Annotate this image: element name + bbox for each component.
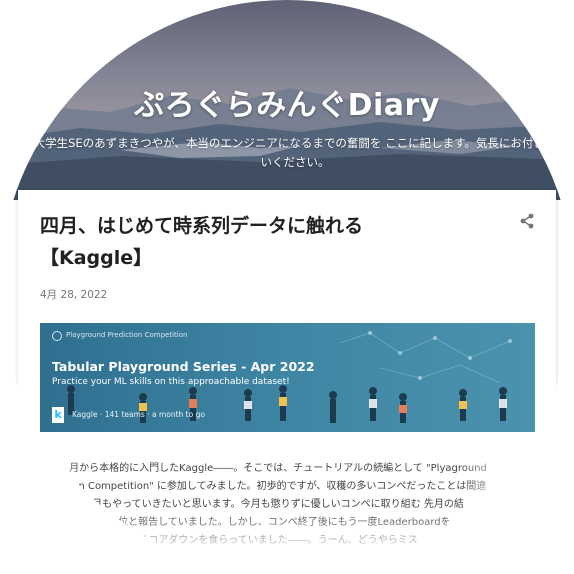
blog-title[interactable]: ぷろぐらみんぐDiary [0, 80, 574, 124]
excerpt-line: 月から本格的に入門したKaggle――。そこでは、チュートリアルの続編として "… [69, 463, 487, 474]
header-banner: ぷろぐらみんぐDiary 大学生SEのあずまきつやが、本当のエンジニアになるまで… [0, 0, 574, 200]
viewport: ぷろぐらみんぐDiary 大学生SEのあずまきつやが、本当のエンジニアになるまで… [0, 0, 574, 574]
post-excerpt: 月から本格的に入門したKaggle――。そこでは、チュートリアルの続編として "… [58, 460, 498, 550]
excerpt-line: 月もやっていきたいと思います。今月も懲りずに優しいコンペに取り組む 先月の結 [92, 499, 464, 510]
post-thumbnail[interactable]: Playground Prediction Competition Tabula… [40, 323, 535, 432]
kaggle-logo-icon: k [52, 407, 64, 423]
share-icon[interactable] [518, 212, 536, 230]
competition-icon [52, 331, 62, 341]
thumbnail-subtitle: Practice your ML skills on this approach… [52, 377, 290, 387]
post-card: 四月、はじめて時系列データに触れる 【Kaggle】 4月 28, 2022 P… [18, 190, 556, 574]
excerpt-line: 30位と報告していました。しかし、コンペ終了後にもう一度Leaderboardを [105, 517, 451, 528]
competition-label: Playground Prediction Competition [66, 331, 188, 339]
post-title-line-2[interactable]: 【Kaggle】 [40, 242, 480, 274]
thumbnail-meta: Kaggle · 141 teams · a month to go [72, 410, 205, 419]
post-title[interactable]: 四月、はじめて時系列データに触れる 【Kaggle】 [40, 210, 480, 274]
post-title-line-1[interactable]: 四月、はじめて時系列データに触れる [40, 210, 480, 242]
post-date[interactable]: 4月 28, 2022 [40, 287, 107, 302]
excerpt-line: ion Competition" に参加してみました。初歩的ですが、収穫の多いコ… [69, 481, 487, 492]
thumbnail-title: Tabular Playground Series - Apr 2022 [52, 359, 315, 374]
excerpt-line: スコアダウンを食らっていました――。うーん、どうやらミス [138, 535, 418, 546]
blog-description: 大学生SEのあずまきつやが、本当のエンジニアになるまでの奮闘を ここに記します。… [33, 136, 557, 169]
